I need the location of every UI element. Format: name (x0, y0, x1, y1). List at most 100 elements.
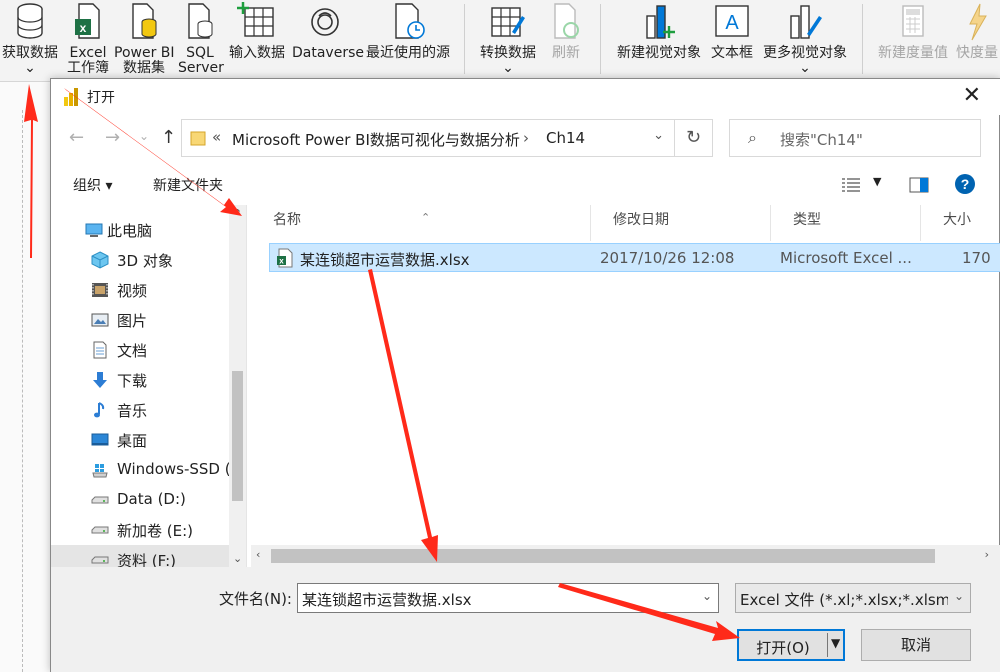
chevron-down-icon: ⌄ (24, 60, 36, 76)
new-measure-button[interactable]: 新建度量值 (874, 0, 952, 61)
tree-item-music[interactable]: 音乐 (51, 395, 229, 425)
table-icon (237, 2, 274, 37)
chevron-down-icon: ⌄ (953, 589, 964, 603)
enter-data-label: 输入数据 (229, 45, 285, 61)
ribbon-separator (600, 4, 601, 74)
column-header-label: 大小 (943, 212, 971, 228)
column-header-modified[interactable]: 修改日期 (591, 205, 771, 241)
back-arrow-icon[interactable]: ← (69, 127, 84, 148)
tree-item-label: 3D 对象 (117, 252, 173, 270)
svg-text:x: x (279, 257, 284, 266)
new-visual-label: 新建视觉对象 (617, 45, 701, 61)
filetype-select[interactable]: Excel 文件 (*.xl;*.xlsx;*.xlsm;*. ⌄ (735, 583, 971, 613)
open-options-dropdown[interactable]: ▼ (831, 636, 840, 650)
scroll-down-icon[interactable]: ⌄ (233, 552, 242, 565)
column-header-name[interactable]: 名称 ⌃ (251, 205, 591, 241)
get-data-label: 获取数据 (2, 45, 58, 61)
tree-item-label: 文档 (117, 342, 148, 360)
excel-workbook-button[interactable]: x Excel 工作簿 (66, 0, 110, 76)
tree-item-volume-e[interactable]: 新加卷 (E:) (51, 515, 229, 545)
view-options-icon[interactable] (841, 177, 861, 193)
tree-item-videos[interactable]: 视频 (51, 275, 229, 305)
3d-objects-icon (91, 251, 109, 269)
textbox-button[interactable]: A 文本框 (708, 0, 756, 61)
excel-file-icon: x (277, 248, 293, 268)
forward-arrow-icon[interactable]: → (105, 127, 120, 148)
powerbi-label: Power BI (114, 45, 175, 61)
excel-label: Excel (69, 45, 107, 61)
tree-item-3d-objects[interactable]: 3D 对象 (51, 245, 229, 275)
filename-combobox[interactable]: ⌄ (297, 583, 719, 613)
scroll-right-icon[interactable]: › (985, 548, 989, 561)
chevron-down-icon: ⌄ (502, 60, 514, 76)
refresh-icon[interactable]: ↻ (675, 119, 713, 157)
more-visuals-label: 更多视觉对象 (763, 45, 847, 61)
new-folder-button[interactable]: 新建文件夹 (153, 175, 223, 195)
scrollbar-thumb[interactable] (271, 549, 935, 563)
open-button[interactable]: 打开(O) ▼ (737, 629, 845, 661)
scroll-up-icon[interactable]: ⌃ (233, 207, 242, 220)
cancel-button[interactable]: 取消 (861, 629, 971, 661)
close-icon[interactable]: ✕ (963, 83, 981, 109)
filename-label: 文件名(N): (219, 590, 292, 608)
tree-item-label: 下载 (117, 372, 148, 390)
up-arrow-icon[interactable]: ↑ (161, 127, 176, 148)
more-visuals-icon (790, 5, 822, 39)
navigation-pane: 此电脑 3D 对象 视频 图片 文档 下载 音乐 桌面 Windows-SSD … (51, 205, 246, 567)
chevron-down-icon[interactable]: ⌄ (653, 128, 664, 143)
organize-button[interactable]: 组织 ▾ (73, 175, 112, 195)
recent-sources-button[interactable]: 最近使用的源 (362, 0, 454, 61)
pane-splitter[interactable] (246, 205, 247, 567)
computer-icon (85, 223, 103, 237)
file-list-hscrollbar[interactable]: ‹ › (251, 545, 1000, 567)
help-icon[interactable]: ? (954, 173, 976, 195)
tree-item-documents[interactable]: 文档 (51, 335, 229, 365)
breadcrumb-segment-current[interactable]: Ch14 (546, 129, 585, 147)
chevron-down-icon: ⌄ (799, 60, 811, 76)
open-button-label: 打开(O) (756, 639, 810, 657)
preview-pane-icon[interactable] (909, 176, 929, 194)
tree-item-desktop[interactable]: 桌面 (51, 425, 229, 455)
pictures-icon (91, 313, 109, 327)
tree-item-windows-ssd[interactable]: Windows-SSD ( (51, 455, 231, 485)
refresh-button[interactable]: 刷新 (546, 0, 586, 61)
chevron-down-icon[interactable]: ▼ (873, 175, 881, 188)
dataverse-button[interactable]: Dataverse (292, 0, 364, 61)
tree-item-data-d[interactable]: Data (D:) (51, 485, 229, 515)
more-visuals-button[interactable]: 更多视觉对象 ⌄ (758, 0, 852, 76)
app-window: 获取数据 ⌄ x Excel 工作簿 Power BI 数据集 SQL Serv… (0, 0, 1000, 672)
scrollbar-thumb[interactable] (232, 371, 243, 501)
column-header-type[interactable]: 类型 (771, 205, 921, 241)
get-data-button[interactable]: 获取数据 ⌄ (0, 0, 60, 76)
transform-data-button[interactable]: 转换数据 ⌄ (476, 0, 540, 76)
search-box[interactable]: ⌕ 搜索"Ch14" (729, 119, 981, 157)
ribbon-separator (862, 4, 863, 74)
file-row[interactable]: x 某连锁超市运营数据.xlsx 2017/10/26 12:08 Micros… (269, 243, 1000, 272)
address-bar[interactable]: « Microsoft Power BI数据可视化与数据分析 › Ch14 ⌄ (181, 119, 675, 157)
tree-item-pictures[interactable]: 图片 (51, 305, 229, 335)
music-icon (94, 402, 105, 418)
tree-item-downloads[interactable]: 下载 (51, 365, 229, 395)
breadcrumb-segment-parent[interactable]: Microsoft Power BI数据可视化与数据分析 (232, 129, 520, 150)
file-size: 170 (962, 249, 991, 267)
filename-input[interactable] (302, 588, 692, 610)
chevron-down-icon[interactable]: ⌄ (702, 589, 712, 603)
tree-item-label: 桌面 (117, 432, 148, 450)
quick-measure-button[interactable]: 快度量 (954, 0, 1000, 61)
tree-item-ziliao-f[interactable]: 资料 (F:) (51, 545, 229, 567)
breadcrumb-overflow[interactable]: « (212, 128, 221, 146)
quick-measure-icon (969, 3, 987, 41)
column-header-size[interactable]: 大小 (921, 205, 1000, 241)
excel-icon: x (75, 3, 100, 39)
enter-data-button[interactable]: 输入数据 (226, 0, 288, 61)
scroll-left-icon[interactable]: ‹ (256, 548, 260, 561)
sql-server-button[interactable]: SQL Server (178, 0, 224, 76)
navigation-scrollbar[interactable]: ⌃ ⌄ (229, 205, 246, 567)
tree-item-label: 新加卷 (E:) (117, 522, 194, 540)
recent-locations-icon[interactable]: ⌄ (139, 129, 149, 143)
recent-sources-icon (395, 3, 425, 39)
file-type: Microsoft Excel ... (780, 249, 912, 267)
powerbi-dataset-button[interactable]: Power BI 数据集 (114, 0, 175, 76)
tree-item-this-pc[interactable]: 此电脑 (51, 215, 229, 245)
new-visual-button[interactable]: 新建视觉对象 (612, 0, 706, 61)
